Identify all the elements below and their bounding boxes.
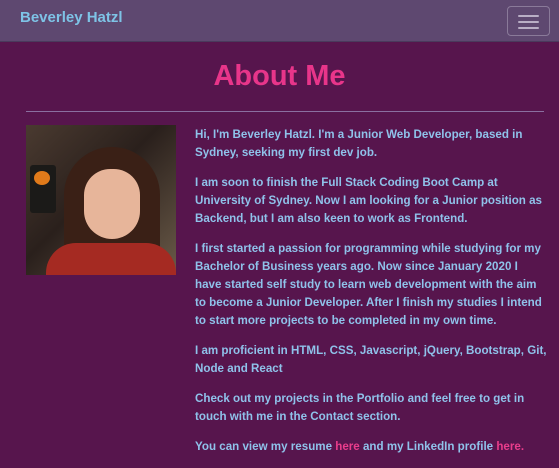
resume-middle: and my LinkedIn profile (359, 440, 497, 453)
resume-link[interactable]: here (335, 440, 360, 453)
about-paragraph: I first started a passion for programmin… (195, 242, 542, 327)
photo-face (84, 169, 140, 239)
linkedin-link[interactable]: here. (496, 440, 524, 453)
resume-paragraph: You can view my resume here and my Linke… (195, 438, 547, 456)
photo-shirt (46, 243, 176, 275)
profile-photo (26, 125, 176, 275)
page-title: About Me (213, 60, 346, 92)
hamburger-icon (518, 15, 539, 17)
divider (26, 111, 544, 112)
about-paragraph: Hi, I'm Beverley Hatzl. I'm a Junior Web… (195, 128, 523, 159)
brand-link[interactable]: Beverley Hatzl (20, 9, 123, 26)
about-paragraph: I am proficient in HTML, CSS, Javascript… (195, 344, 547, 375)
about-text: Hi, I'm Beverley Hatzl. I'm a Junior Web… (195, 126, 547, 468)
menu-toggle-button[interactable] (507, 6, 550, 36)
hamburger-icon-line (518, 27, 539, 29)
navbar: Beverley Hatzl (0, 0, 559, 42)
about-paragraph: I am soon to finish the Full Stack Codin… (195, 176, 543, 225)
resume-prefix: You can view my resume (195, 440, 336, 453)
hamburger-icon-line (518, 21, 539, 23)
about-paragraph: Check out my projects in the Portfolio a… (195, 392, 525, 423)
photo-sign-mark (34, 171, 50, 185)
